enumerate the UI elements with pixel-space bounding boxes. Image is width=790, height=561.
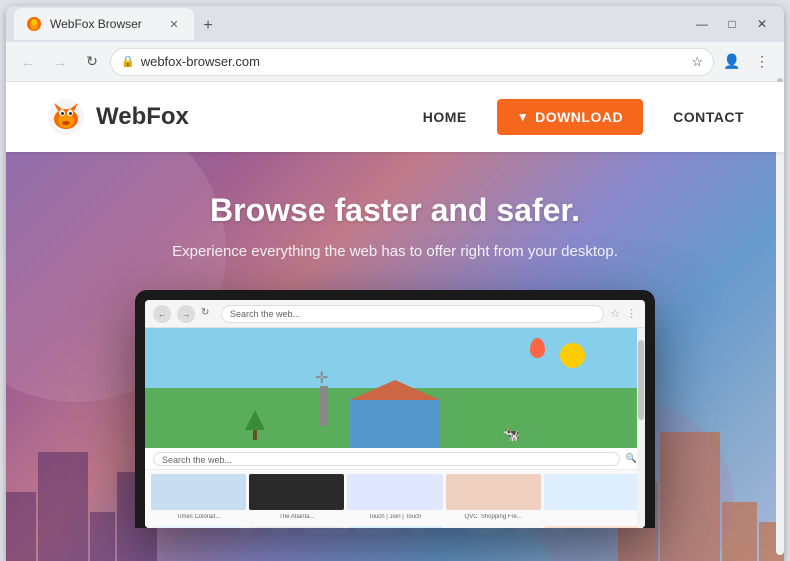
mock-search-input: Search the web... <box>153 452 620 466</box>
laptop-body: ← → ↻ Search the web... ☆ ⋮ <box>135 290 655 528</box>
thumb-label-2: The Atlanta... <box>249 514 344 520</box>
mock-thumb-labels-top: Times Colorad... The Atlanta... Touch | … <box>145 514 645 520</box>
hero-subtitle: Experience everything the web has to off… <box>172 243 618 260</box>
os-frame: WebFox Browser ✕ + — □ ✕ ← → ↻ 🔒 webfox-… <box>0 0 790 561</box>
tree <box>245 410 265 440</box>
thumb-b2 <box>249 526 344 528</box>
menu-button[interactable]: ⋮ <box>748 48 776 76</box>
lock-icon: 🔒 <box>121 55 135 68</box>
laptop-mockup: ← → ↻ Search the web... ☆ ⋮ <box>135 290 655 528</box>
thumb-5 <box>544 474 639 510</box>
download-arrow-icon: ▼ <box>517 110 529 124</box>
orange-building-2 <box>660 432 720 561</box>
new-tab-button[interactable]: + <box>194 12 222 40</box>
cow-icon: 🐄 <box>503 426 520 443</box>
tab-favicon <box>26 16 42 32</box>
thumb-2 <box>249 474 344 510</box>
thumb-label-3: Touch | Join | Touch <box>347 514 442 520</box>
forward-button[interactable]: → <box>46 48 74 76</box>
mock-forward-btn: → <box>177 305 195 323</box>
address-text: webfox-browser.com <box>141 54 686 69</box>
scrollbar[interactable] <box>637 328 645 528</box>
nav-contact-link[interactable]: CONTACT <box>673 109 744 125</box>
minimize-button[interactable]: — <box>688 10 716 38</box>
profile-button[interactable]: 👤 <box>718 48 746 76</box>
scenic-sun <box>560 343 585 368</box>
mock-search-bar: Search the web... 🔍 <box>145 448 645 470</box>
thumb-b1 <box>151 526 246 528</box>
thumb-label-5 <box>544 514 639 520</box>
mock-refresh-icon: ↻ <box>201 307 215 321</box>
thumb-4 <box>446 474 541 510</box>
hero-section: WEBFOX Browse faster and safer. Experien… <box>6 152 784 561</box>
mock-back-btn: ← <box>153 305 171 323</box>
site-logo-text: WebFox <box>96 103 189 131</box>
scenic-balloon <box>530 338 545 358</box>
tab-bar: WebFox Browser ✕ + <box>14 8 684 40</box>
close-button[interactable]: ✕ <box>748 10 776 38</box>
mock-thumbnails-top <box>145 470 645 514</box>
mock-search-icon: 🔍 <box>626 453 637 464</box>
download-label: DOWNLOAD <box>535 109 623 125</box>
tab-close-button[interactable]: ✕ <box>166 16 182 32</box>
title-bar: WebFox Browser ✕ + — □ ✕ <box>6 6 784 42</box>
mock-address-text: Search the web... <box>230 309 300 319</box>
scenic-area: ✛ <box>145 328 645 448</box>
house-body <box>350 398 440 448</box>
thumb-b4 <box>446 526 541 528</box>
address-bar[interactable]: 🔒 webfox-browser.com ☆ <box>110 48 714 76</box>
building-2 <box>38 452 88 561</box>
hero-title: Browse faster and safer. <box>210 192 580 229</box>
thumb-3 <box>347 474 442 510</box>
mock-menu-icon: ⋮ <box>626 307 637 320</box>
website-content: WebFox HOME ▼ DOWNLOAD CONTACT <box>6 82 784 561</box>
building-3 <box>90 512 115 561</box>
nav-home-link[interactable]: HOME <box>423 109 467 125</box>
browser-window: WebFox Browser ✕ + — □ ✕ ← → ↻ 🔒 webfox-… <box>6 6 784 561</box>
thumb-b5 <box>544 526 639 528</box>
nav-actions: 👤 ⋮ <box>718 48 776 76</box>
thumb-label-1: Times Colorad... <box>151 514 246 520</box>
scrollbar-thumb[interactable] <box>638 340 644 420</box>
back-button[interactable]: ← <box>14 48 42 76</box>
windmill-blades: ✛ <box>315 368 328 388</box>
active-tab[interactable]: WebFox Browser ✕ <box>14 8 194 40</box>
building-1 <box>6 492 36 561</box>
thumb-b3 <box>347 526 442 528</box>
site-nav-links: HOME ▼ DOWNLOAD CONTACT <box>423 99 744 135</box>
site-nav: WebFox HOME ▼ DOWNLOAD CONTACT <box>6 82 784 152</box>
tab-title: WebFox Browser <box>50 17 158 31</box>
site-logo: WebFox <box>46 97 423 137</box>
navigation-bar: ← → ↻ 🔒 webfox-browser.com ☆ 👤 ⋮ <box>6 42 784 82</box>
browser-mockup-bar: ← → ↻ Search the web... ☆ ⋮ <box>145 300 645 328</box>
browser-mockup-content: ✛ <box>145 328 645 528</box>
house-roof <box>350 380 440 400</box>
laptop-screen: ← → ↻ Search the web... ☆ ⋮ <box>145 300 645 528</box>
thumb-label-4: QVC: Shopping Fre... <box>446 514 541 520</box>
refresh-button[interactable]: ↻ <box>78 48 106 76</box>
windmill-pole <box>320 386 328 426</box>
mock-address-bar: Search the web... <box>221 305 604 323</box>
mock-thumbnails-bottom <box>145 522 645 528</box>
webfox-logo-icon <box>46 97 86 137</box>
thumb-1 <box>151 474 246 510</box>
mock-star-icon: ☆ <box>610 307 620 320</box>
window-controls-right: — □ ✕ <box>688 10 776 38</box>
nav-download-button[interactable]: ▼ DOWNLOAD <box>497 99 643 135</box>
bookmark-icon[interactable]: ☆ <box>691 54 703 70</box>
maximize-button[interactable]: □ <box>718 10 746 38</box>
orange-building-3 <box>722 502 757 561</box>
